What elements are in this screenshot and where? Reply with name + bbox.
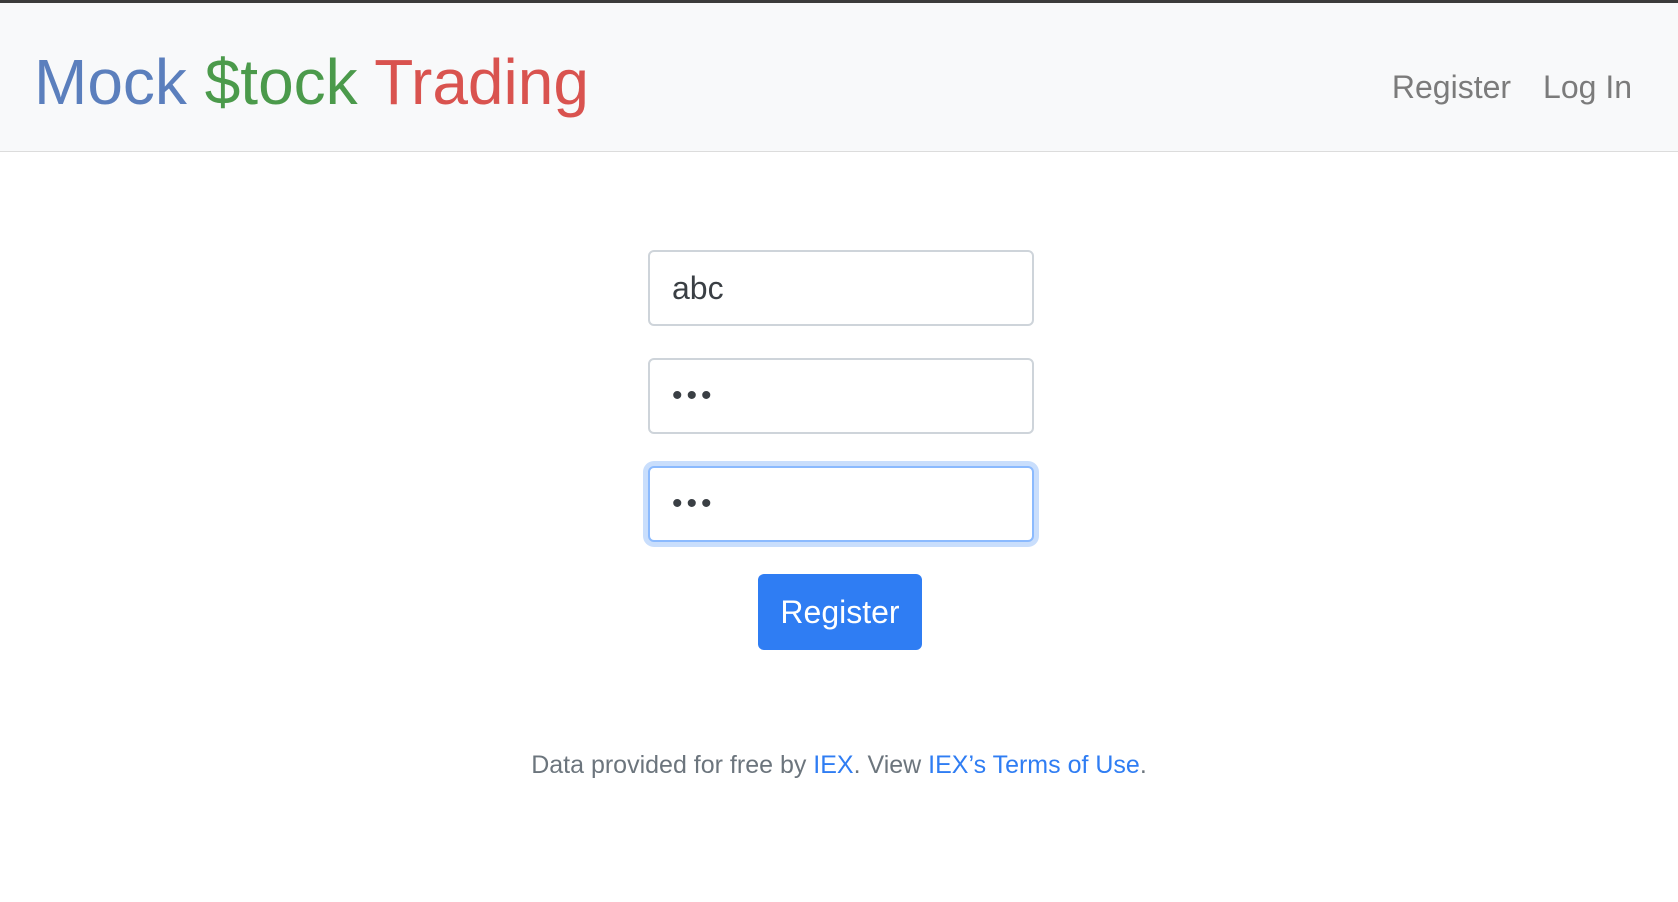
footer-text-before: Data provided for free by (531, 751, 814, 779)
footer-text-middle: . View (853, 751, 929, 779)
footer-attribution: Data provided for free by IEX. View IEX’… (0, 748, 1678, 782)
register-button[interactable]: Register (758, 574, 922, 650)
nav-links: Register Log In (1392, 67, 1632, 107)
brand-word-trading: Trading (374, 46, 589, 118)
register-form (648, 250, 1034, 542)
brand-word-mock: Mock (34, 46, 187, 118)
iex-terms-link[interactable]: IEX’s Terms of Use (928, 751, 1140, 779)
nav-login-link[interactable]: Log In (1543, 67, 1632, 107)
navbar: Mock $tock Trading Register Log In (0, 0, 1678, 152)
nav-register-link[interactable]: Register (1392, 67, 1511, 107)
iex-link[interactable]: IEX (813, 751, 853, 779)
brand-word-stock: $tock (204, 46, 358, 118)
brand-logo-link[interactable]: Mock $tock Trading (34, 44, 589, 120)
password-input[interactable] (648, 358, 1034, 434)
username-input[interactable] (648, 250, 1034, 326)
footer-text-after: . (1139, 751, 1147, 779)
confirm-password-input[interactable] (648, 466, 1034, 542)
